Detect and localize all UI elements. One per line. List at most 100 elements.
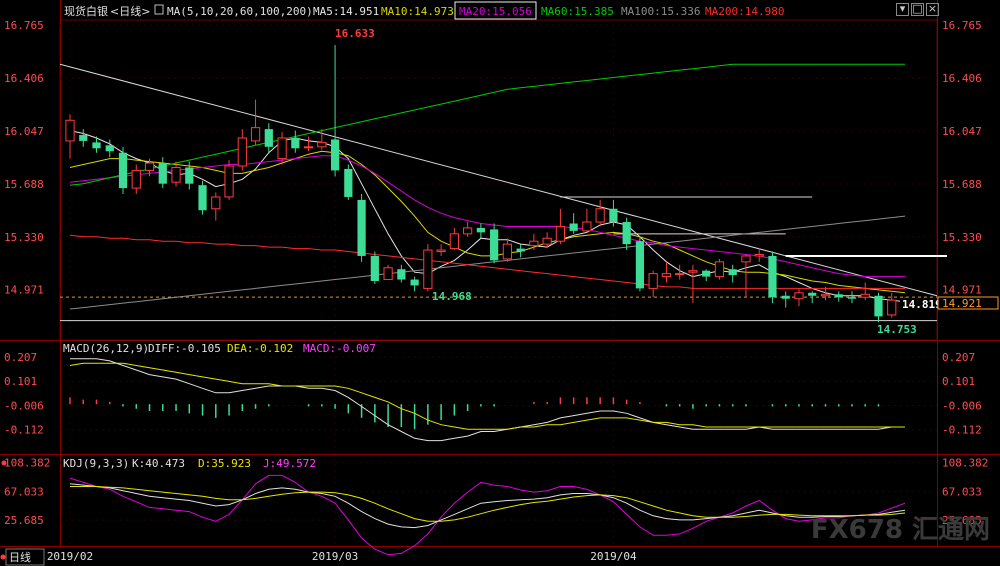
candle-body [490, 229, 499, 261]
candle-body [211, 196, 221, 210]
footer-period: 日线 [9, 550, 31, 564]
macd-dea-line [69, 362, 905, 430]
candle-body [158, 163, 167, 184]
candle-body [768, 255, 777, 298]
macd-tick-right: -0.112 [942, 424, 982, 437]
macd-tick-right: 0.207 [942, 351, 975, 364]
candle-body [436, 249, 446, 253]
price-tick-right: 16.047 [942, 125, 982, 138]
candle-body [781, 295, 790, 299]
price-tick-left: 15.330 [4, 231, 44, 244]
ma60-legend: MA60:15.385 [541, 5, 614, 18]
macd-tick-left: -0.112 [4, 424, 44, 437]
macd-value: MACD:-0.007 [303, 342, 376, 355]
candle-body [118, 152, 128, 189]
date-tick: 2019/02 [47, 550, 93, 563]
kdj-panel [69, 474, 906, 556]
ma-lines [69, 63, 906, 310]
kdj-k-line [69, 483, 906, 529]
candle-body [754, 253, 764, 257]
candle-body [92, 142, 101, 149]
candle-body [542, 237, 552, 245]
kdj-j: J:49.572 [263, 457, 316, 470]
price-tick-right: 16.406 [942, 72, 982, 85]
macd-title: MACD(26,12,9) [63, 342, 149, 355]
instrument-title: 现货白银 [64, 4, 108, 18]
close-icon: × [927, 2, 938, 15]
candle-body [702, 270, 711, 277]
macd-tick-right: 0.101 [942, 375, 975, 388]
ma-icon [154, 4, 164, 15]
ma-legend-title: MA(5,10,20,60,100,200) [167, 5, 313, 18]
cursor-price-label: 14.921 [942, 297, 982, 310]
price-tick-left: 14.971 [4, 284, 44, 297]
macd-diff-line [70, 358, 905, 442]
candle-body [675, 273, 685, 276]
candle-body [370, 255, 379, 282]
candle-body [264, 129, 273, 147]
stock-chart[interactable]: 16.765 16.765 16.406 16.406 16.047 16.047 15.6… [0, 0, 1000, 566]
candle-body [635, 241, 645, 289]
restore-icon: ▾ [899, 2, 906, 15]
candle-body [820, 293, 831, 297]
candle-body [847, 297, 857, 299]
candle-body [648, 273, 658, 289]
macd-tick-left: -0.006 [4, 400, 44, 413]
ma100-legend: MA100:15.336 [621, 5, 700, 18]
candle-body [79, 135, 88, 141]
candle-body [144, 162, 155, 171]
kdj-k: K:40.473 [132, 457, 185, 470]
candle-body [569, 223, 578, 231]
low-annotation: 14.753 [877, 323, 917, 336]
ma-line-ma100 [69, 215, 906, 310]
candle-body [198, 185, 207, 211]
trend-lines [59, 63, 947, 322]
candle-body [131, 169, 141, 189]
candle-body [688, 270, 698, 273]
kdj-tick-left: 67.033 [4, 485, 44, 498]
footer-indicator-icon [0, 554, 6, 560]
candle-body [65, 119, 75, 142]
candle-body [303, 146, 314, 149]
price-tick-right: 14.971 [942, 284, 982, 297]
watermark: FX678 汇通网 [811, 515, 990, 545]
price-tick-left: 16.047 [4, 125, 44, 138]
date-tick: 2019/04 [590, 550, 637, 563]
macd-tick-left: 0.101 [4, 375, 37, 388]
kdj-d: D:35.923 [198, 457, 251, 470]
candle-body [224, 165, 234, 198]
candle-body [661, 273, 672, 278]
candle-body [741, 255, 751, 263]
candle-body [834, 294, 843, 298]
ma10-legend: MA10:14.973 [381, 5, 454, 18]
restore-button[interactable]: ▾ [896, 2, 909, 16]
maximize-button[interactable]: □ [911, 2, 924, 16]
candle-body [529, 240, 539, 247]
ma-legend: 现货白银 <日线> MA(5,10,20,60,100,200) MA5:14.… [64, 1, 784, 20]
ma-line-ma10 [69, 150, 906, 294]
price-tick-left: 15.688 [4, 178, 44, 191]
price-tick-right: 15.330 [942, 231, 982, 244]
ma5-legend: MA5:14.951 [313, 5, 379, 18]
close-button[interactable]: × [926, 2, 939, 16]
candle-body [250, 127, 261, 142]
candle-body [463, 227, 473, 235]
price-tick-left: 16.765 [4, 19, 44, 32]
candle-body [277, 137, 287, 160]
footer: 日线 [0, 548, 45, 566]
kdj-tick-left: 108.382 [4, 457, 50, 470]
maximize-icon: □ [912, 2, 923, 15]
candle-body [105, 145, 114, 152]
kdj-tick-right: 108.382 [942, 457, 988, 470]
candle-body [582, 221, 592, 232]
candle-body [860, 293, 870, 298]
candle-body [502, 243, 512, 260]
candle-body [344, 168, 353, 197]
kdj-marker-icon [1, 460, 7, 466]
date-tick: 2019/03 [312, 550, 358, 563]
kdj-title: KDJ(9,3,3) [63, 457, 129, 470]
macd-legend: MACD(26,12,9) DIFF:-0.105 DEA:-0.102 MAC… [63, 342, 376, 355]
mid-low-annotation: 14.968 [432, 290, 472, 303]
ma20-legend: MA20:15.056 [459, 5, 532, 18]
candle-body [291, 137, 300, 149]
